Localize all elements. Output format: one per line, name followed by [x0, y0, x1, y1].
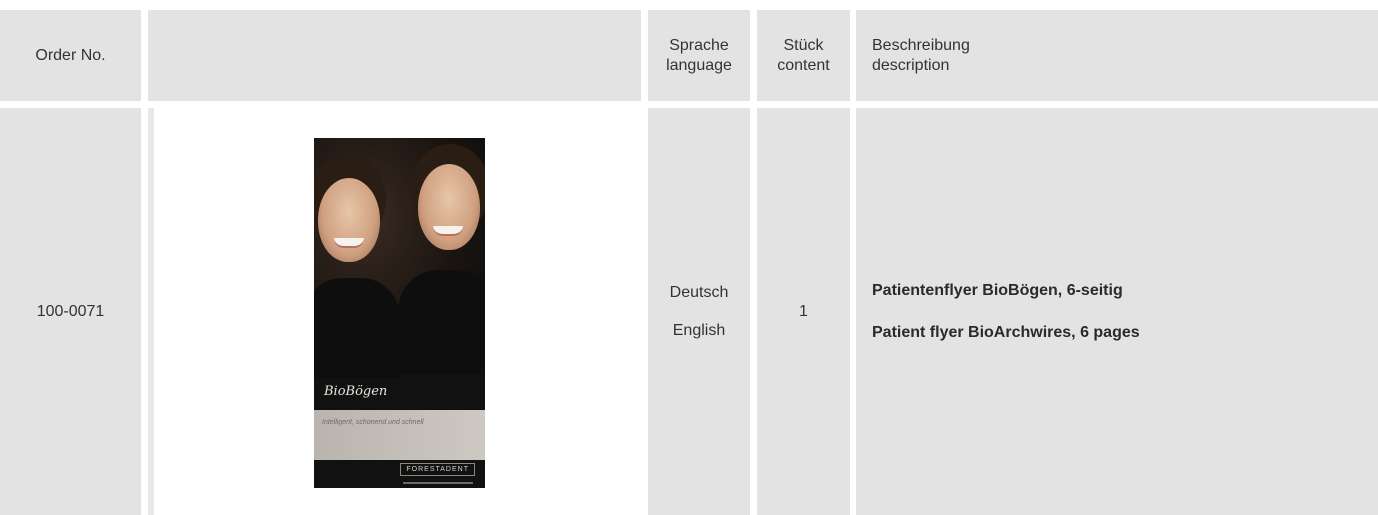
column-header-language-en: language [666, 56, 732, 74]
forestadent-logo: FORESTADENT [400, 463, 475, 476]
table-row-description: Patientenflyer BioBögen, 6-seitig Patien… [856, 108, 1378, 515]
table-row-image-cell: BioBögen Intelligent, schonend und schne… [148, 108, 641, 515]
column-header-language-de: Sprache [669, 36, 729, 54]
column-header-description-en: description [872, 56, 950, 74]
language-german: Deutsch [669, 283, 729, 301]
order-number: 100-0071 [36, 302, 105, 320]
flyer-photo [314, 138, 485, 378]
product-flyer-image[interactable]: BioBögen Intelligent, schonend und schne… [314, 138, 485, 488]
column-header-description: Beschreibung description [856, 10, 1378, 101]
description-german: Patientenflyer BioBögen, 6-seitig [872, 281, 1123, 299]
logo-underline [403, 482, 473, 484]
column-header-content-de: Stück [783, 36, 824, 54]
flyer-tagline: Intelligent, schonend und schnell [322, 419, 424, 426]
table-row-languages: Deutsch English [648, 108, 750, 515]
column-header-content: Stück content [757, 10, 850, 101]
column-header-order-no: Order No. [0, 10, 141, 101]
column-header-language: Sprache language [648, 10, 750, 101]
column-header-order-no-label: Order No. [35, 46, 106, 64]
column-header-description-de: Beschreibung [872, 36, 970, 54]
flyer-title: BioBögen [324, 384, 388, 399]
table-row-order-no: 100-0071 [0, 108, 141, 515]
column-header-image [148, 10, 641, 101]
column-header-content-en: content [777, 56, 830, 74]
description-english: Patient flyer BioArchwires, 6 pages [872, 323, 1140, 341]
table-row-content: 1 [757, 108, 850, 515]
quantity-value: 1 [799, 302, 808, 320]
language-english: English [672, 321, 726, 339]
